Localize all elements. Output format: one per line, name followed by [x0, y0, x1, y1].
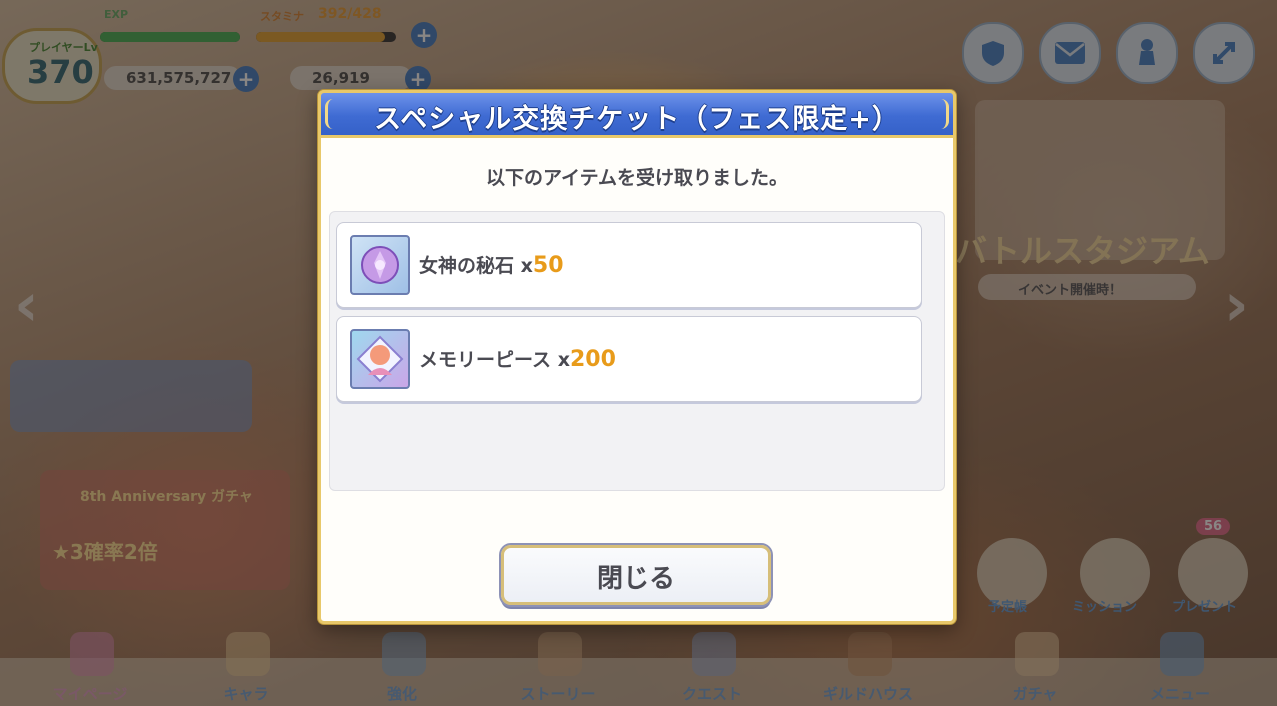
close-button[interactable]: 閉じる [501, 545, 771, 605]
item-label: 女神の秘石 x50 [419, 251, 564, 278]
memory-piece-icon [350, 329, 410, 389]
item-qty-prefix: x [557, 349, 570, 371]
item-qty: 200 [569, 347, 616, 372]
dialog-header: スペシャル交換チケット（フェス限定+） [318, 90, 956, 138]
item-name: 女神の秘石 [419, 255, 515, 277]
close-button-label: 閉じる [596, 564, 675, 594]
item-qty: 50 [532, 253, 564, 278]
dialog-message: 以下のアイテムを受け取りました。 [485, 167, 789, 189]
dialog-title: スペシャル交換チケット（フェス限定+） [374, 104, 900, 135]
list-item: 女神の秘石 x50 [336, 222, 922, 308]
item-label: メモリーピース x200 [419, 345, 616, 372]
item-qty-prefix: x [520, 255, 533, 277]
list-item: メモリーピース x200 [336, 316, 922, 402]
goddess-stone-icon [350, 235, 410, 295]
item-name: メモリーピース [419, 349, 552, 371]
reward-list: 女神の秘石 x50 メモリーピース x200 [329, 211, 945, 491]
reward-dialog: スペシャル交換チケット（フェス限定+） 以下のアイテムを受け取りました。 女神の… [318, 90, 956, 624]
